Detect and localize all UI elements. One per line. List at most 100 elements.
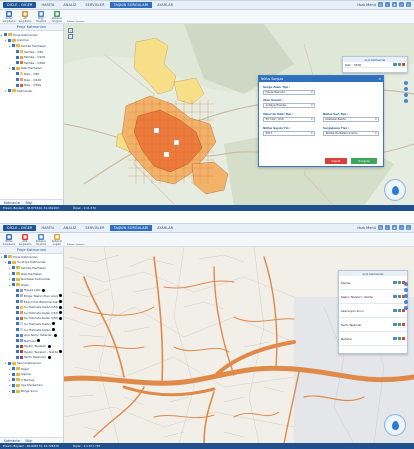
ribbon-button-1[interactable]: ■ Alt Sorgulama <box>19 11 31 23</box>
recurrence-type-select[interactable]: 50 Yıllık - Q50 ▾ <box>263 116 315 122</box>
layer-options-icon[interactable] <box>59 300 62 304</box>
close-icon[interactable]: ✕ <box>378 77 381 81</box>
user-icon[interactable]: ☺ <box>378 225 383 230</box>
user-icon[interactable]: ☺ <box>378 2 383 7</box>
layer-row[interactable]: Akarsuyun Sınırı <box>339 304 407 318</box>
remove-icon[interactable] <box>401 62 405 67</box>
layer-checkbox[interactable] <box>16 83 19 87</box>
tool-icon[interactable] <box>404 300 408 304</box>
layer-options-icon[interactable] <box>59 305 62 309</box>
layer-options-icon[interactable] <box>47 344 51 348</box>
layer-checkbox[interactable] <box>12 44 15 48</box>
remove-icon[interactable] <box>401 336 405 341</box>
layer-options-icon[interactable] <box>52 322 55 326</box>
population-data-type-select[interactable]: Noktasal Bazda ▾ <box>323 116 379 122</box>
info-icon[interactable] <box>393 322 397 327</box>
layer-checkbox[interactable] <box>16 78 19 82</box>
zoom-in-button[interactable]: + <box>68 28 73 33</box>
settings-icon[interactable]: ✱ <box>392 225 397 230</box>
visibility-icon[interactable] <box>397 308 401 313</box>
layer-checkbox[interactable] <box>12 372 15 376</box>
visibility-icon[interactable] <box>397 322 401 327</box>
query-area-type-select[interactable]: Havza Bazında ▾ <box>263 89 315 95</box>
tab-4[interactable]: TAŞKIN SORGULARI <box>109 2 153 8</box>
layer-checkbox[interactable] <box>12 266 15 270</box>
visibility-icon[interactable] <box>397 62 401 67</box>
ribbon-button-0[interactable]: ■ Nüfus Sorgulama <box>3 11 15 23</box>
layer-row[interactable]: Şişirler <box>339 276 407 290</box>
info-icon[interactable] <box>393 62 397 67</box>
ribbon-button-3[interactable]: ■ Kullanıcı Sorgusu <box>51 11 63 23</box>
fullscreen-icon[interactable]: ⤢ <box>399 2 404 7</box>
tab-3[interactable]: SERVİSLER <box>81 225 108 231</box>
fullscreen-icon[interactable]: ⤢ <box>399 225 404 230</box>
layer-checkbox[interactable] <box>15 311 19 315</box>
print-icon[interactable]: ⎙ <box>406 2 411 7</box>
info-icon[interactable] <box>393 336 397 341</box>
layer-checkbox[interactable] <box>15 305 19 309</box>
tool-icon[interactable] <box>404 81 408 85</box>
layer-checkbox[interactable] <box>12 383 15 387</box>
quick-menu-label[interactable]: Hızlı Menü <box>357 3 376 7</box>
tab-0[interactable]: DİCLE - DİĞER <box>3 2 37 8</box>
layer-checkbox[interactable] <box>4 255 7 259</box>
layer-checkbox[interactable] <box>16 288 19 292</box>
visibility-icon[interactable] <box>397 336 401 341</box>
tab-2[interactable]: ANALİZ <box>59 225 80 231</box>
layer-checkbox[interactable] <box>15 350 19 354</box>
search-icon[interactable]: ⌕ <box>385 2 390 7</box>
tab-5[interactable]: AYARLAR <box>153 2 177 8</box>
remove-icon[interactable] <box>401 322 405 327</box>
layer-checkbox[interactable] <box>12 283 15 287</box>
info-icon[interactable] <box>393 294 397 299</box>
tool-icon[interactable] <box>404 99 408 103</box>
census-year-select[interactable]: 2017 ▾ <box>263 130 315 136</box>
ribbon-button-2[interactable]: ■ Bilgi Yönetimi <box>35 11 47 23</box>
ribbon-button-0[interactable]: ■ Nüfus Sorgulama <box>3 234 15 246</box>
tab-1[interactable]: HARİTA <box>37 2 58 8</box>
layer-options-icon[interactable] <box>59 316 62 320</box>
area-selection-select[interactable]: Antalya Havzası ▾ <box>263 102 315 108</box>
layer-row[interactable]: Tarihi Taşkınlar <box>339 318 407 332</box>
layer-checkbox[interactable] <box>4 33 7 37</box>
layer-checkbox[interactable] <box>12 378 15 382</box>
print-icon[interactable]: ⎙ <box>406 225 411 230</box>
layer-row[interactable]: Nehirler <box>339 332 407 346</box>
tool-icon[interactable] <box>404 294 408 298</box>
layer-options-icon[interactable] <box>59 311 62 315</box>
layer-options-icon[interactable] <box>54 333 58 337</box>
layer-options-icon[interactable] <box>47 355 51 359</box>
ribbon-button-1[interactable]: ■ ACİL Sorgulama <box>19 234 31 246</box>
layer-checkbox[interactable] <box>16 55 19 59</box>
info-icon[interactable] <box>393 280 397 285</box>
layer-options-icon[interactable] <box>59 350 62 354</box>
tab-4[interactable]: TAŞKIN SORGULARI <box>109 225 153 231</box>
layer-checkbox[interactable] <box>15 294 19 298</box>
layer-checkbox[interactable] <box>12 272 15 276</box>
tab-2[interactable]: ANALİZ <box>59 2 80 8</box>
layer-checkbox[interactable] <box>16 328 19 332</box>
query-type-select[interactable]: Tehlike Haritalarına Göre ▾ <box>323 130 379 136</box>
layer-options-icon[interactable] <box>59 294 62 298</box>
layer-checkbox[interactable] <box>16 339 19 343</box>
layer-checkbox[interactable] <box>12 277 15 281</box>
layer-options-icon[interactable] <box>52 328 55 332</box>
visibility-icon[interactable] <box>397 294 401 299</box>
tool-icon[interactable] <box>404 282 408 286</box>
layer-checkbox[interactable] <box>16 322 19 326</box>
layer-checkbox[interactable] <box>12 389 15 393</box>
layer-options-icon[interactable] <box>37 339 41 343</box>
layer-checkbox[interactable] <box>12 66 15 70</box>
layer-checkbox[interactable] <box>15 316 19 320</box>
tool-icon[interactable] <box>404 93 408 97</box>
tool-icon[interactable] <box>404 288 408 292</box>
tool-icon[interactable] <box>404 87 408 91</box>
zoom-out-button[interactable]: − <box>68 34 73 39</box>
layer-checkbox[interactable] <box>8 89 11 93</box>
visibility-icon[interactable] <box>397 280 401 285</box>
tree-item[interactable]: ▸ Katmanlar <box>1 88 62 94</box>
layer-checkbox[interactable] <box>12 367 15 371</box>
ribbon-button-2[interactable]: ■ Kullanıcı Yönetimi <box>35 234 47 246</box>
layer-checkbox[interactable] <box>8 260 11 264</box>
layer-row[interactable]: Taşkın Tesisleri - Nokta <box>339 290 407 304</box>
